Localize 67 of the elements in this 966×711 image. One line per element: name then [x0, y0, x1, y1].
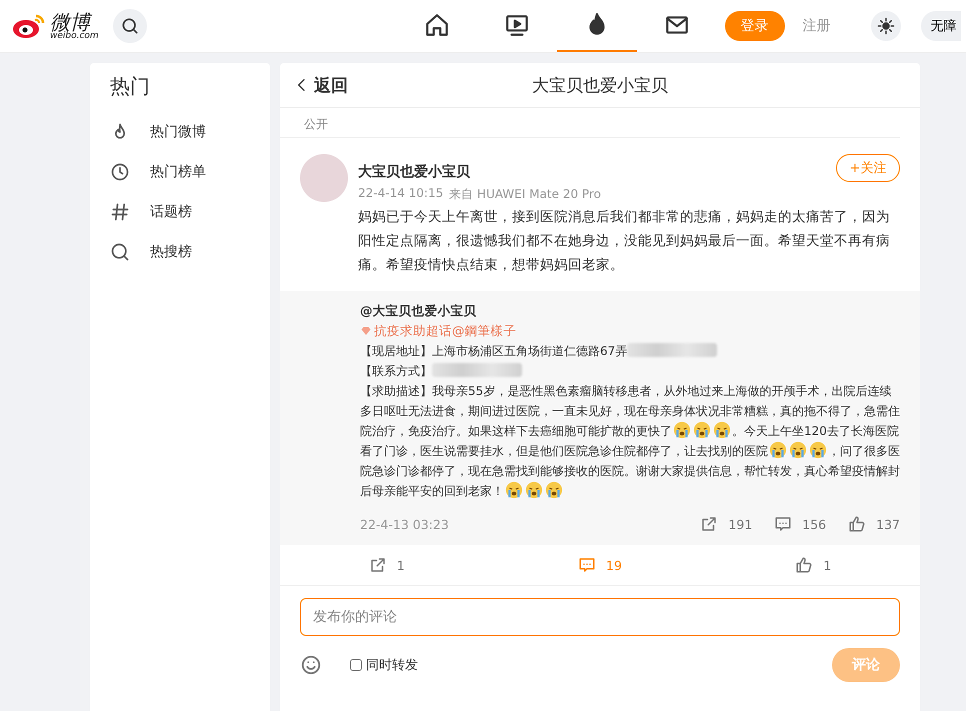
crying-emoji-icon: [809, 441, 827, 459]
sidebar-item[interactable]: 热门微博: [150, 123, 206, 141]
crying-emoji-icon: [505, 481, 523, 499]
comment-button[interactable]: 19: [493, 555, 707, 575]
repost-text: 院治疗，免疫治疗。如果这样下去癌细胞可能扩散的更快了: [360, 424, 672, 438]
repost-text: 。今天上午坐120去了长海医院: [732, 424, 899, 438]
comment-icon: [578, 556, 596, 574]
smiley-icon: [300, 654, 322, 676]
search-button[interactable]: [112, 9, 147, 43]
crying-emoji-icon: [673, 421, 691, 439]
repost-comment-button[interactable]: 156: [774, 515, 826, 533]
comment-field[interactable]: 发布你的评论: [300, 598, 900, 636]
page-title: 大宝贝也爱小宝贝: [532, 76, 668, 96]
thumbs-up-icon: [795, 556, 814, 574]
checkbox-label[interactable]: 同时转发: [366, 656, 418, 674]
comment-icon: [774, 515, 792, 533]
repost-text: 后母亲能平安的回到老家！: [360, 484, 504, 498]
logo-subtitle: weibo.com: [50, 32, 99, 40]
repost-button[interactable]: 1: [280, 555, 494, 575]
logo-icon: [12, 12, 46, 40]
sidebar-item[interactable]: 热门榜单: [150, 163, 206, 181]
back-button[interactable]: 返回: [294, 74, 348, 96]
crying-emoji-icon: [525, 481, 543, 499]
checkbox[interactable]: [350, 659, 362, 671]
thumbs-up-icon: [848, 515, 866, 533]
follow-button[interactable]: +关注: [836, 154, 900, 182]
sidebar-title: 热门: [110, 73, 151, 100]
repost-text: 多日呕吐无法进食，期间进过医院，一直未见好，现在母亲身体状况非常糟糕，真的拖不得了，急需住: [360, 404, 900, 418]
repost-like-button[interactable]: 137: [848, 515, 900, 533]
search-icon: [120, 16, 140, 36]
visibility-label: 公开: [304, 117, 328, 131]
post-source: 来自 HUAWEI Mate 20 Pro: [449, 186, 601, 203]
crying-emoji-icon: [769, 441, 787, 459]
search-icon: [110, 242, 130, 262]
repost-text: ，问了很多医: [828, 444, 900, 458]
register-link[interactable]: 注册: [802, 17, 831, 35]
home-icon: [424, 12, 450, 38]
repost-share-button[interactable]: 191: [700, 515, 752, 533]
crying-emoji-icon: [789, 441, 807, 459]
topic-link[interactable]: 抗疫求助超话@鋼筆樣子: [374, 321, 516, 341]
diamond-icon: [360, 325, 372, 337]
login-button[interactable]: 登录: [724, 11, 785, 41]
share-icon: [368, 556, 387, 574]
share-icon: [700, 515, 718, 533]
theme-button[interactable]: [870, 11, 901, 41]
author-name[interactable]: 大宝贝也爱小宝贝: [358, 163, 470, 181]
accessibility-button[interactable]: 无障: [920, 11, 961, 41]
sidebar-item[interactable]: 热搜榜: [150, 243, 192, 261]
logo-title: 微博: [50, 12, 99, 32]
repost-author[interactable]: @大宝贝也爱小宝贝: [360, 303, 476, 318]
like-button[interactable]: 1: [706, 555, 920, 575]
repost-text: 【联系方式】: [360, 364, 432, 378]
repost-text: 【现居地址】上海市杨浦区五角场街道仁德路67弄: [360, 344, 628, 358]
repost-text: 看了门诊，医生说需要挂水，但是他们医院急诊住院都停了，让去找别的医院: [360, 444, 768, 458]
repost-text: 【求助描述】我母亲55岁，是恶性黑色素瘤脑转移患者，从外地过来上海做的开颅手术，出院后连续: [360, 384, 892, 398]
clock-icon: [110, 162, 130, 182]
hash-icon: [110, 202, 130, 222]
crying-emoji-icon: [545, 481, 563, 499]
sidebar-item[interactable]: 话题榜: [150, 203, 192, 221]
crying-emoji-icon: [713, 421, 731, 439]
crying-emoji-icon: [693, 421, 711, 439]
sun-icon: [876, 17, 895, 35]
repost-time: 22-4-13 03:23: [360, 516, 449, 532]
repost-text: 院急诊门诊都停了，现在急需找到能够接收的医院。谢谢大家提供信息，帮忙转发，真心希望疫情解封: [360, 464, 900, 478]
post-text: 妈妈已于今天上午离世，接到医院消息后我们都非常的悲痛，妈妈走的太痛苦了，因为阳性定点隔离，很遗憾我们都不在她身边，没能见到妈妈最后一面。希望天堂不再有病痛。希望疫情快点结束，想带妈妈回老家。: [358, 208, 891, 275]
post-time: 22-4-14 10:15: [358, 186, 444, 202]
avatar: [300, 154, 348, 202]
